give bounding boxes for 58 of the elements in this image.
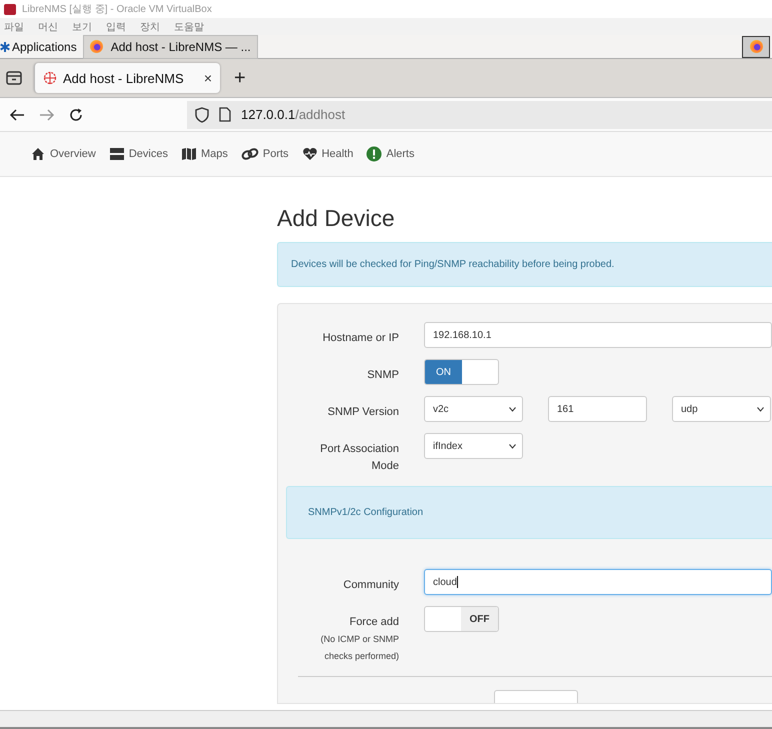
heart-icon: [302, 146, 318, 162]
chevron-down-icon: [757, 406, 764, 412]
nav-link[interactable]: Health: [302, 146, 354, 162]
close-tab-button[interactable]: ×: [204, 70, 212, 86]
reload-icon[interactable]: [69, 108, 83, 122]
menu-item[interactable]: 입력: [106, 20, 126, 34]
firefox-launcher[interactable]: [742, 36, 770, 58]
shield-icon: [195, 106, 209, 122]
toggle-switch[interactable]: OFF: [424, 606, 499, 632]
field-label: Hostname or IP: [322, 331, 399, 346]
dropdown[interactable]: ifIndex: [424, 433, 523, 459]
field-label: Force add: [349, 615, 399, 630]
star-icon: [0, 42, 10, 52]
menu-item[interactable]: 보기: [72, 20, 92, 34]
applications-menu[interactable]: Applications: [0, 40, 83, 54]
input-field[interactable]: cloud: [424, 569, 772, 595]
port-field[interactable]: 161: [548, 396, 647, 422]
map-icon: [180, 146, 197, 162]
new-tab-button[interactable]: +: [234, 66, 246, 90]
globe-icon: [43, 71, 57, 85]
firefox-icon: [90, 40, 103, 53]
info-text: Devices will be checked for Ping/SNMP reachability before being probed.: [291, 259, 614, 270]
chevron-down-icon: [509, 444, 516, 448]
page-icon: [219, 107, 231, 122]
home-icon: [30, 146, 46, 162]
toggle-switch[interactable]: ON: [424, 359, 499, 385]
field-label: SNMP Version: [328, 405, 399, 420]
url-text: 127.0.0.1/addhost: [241, 107, 346, 122]
forward-icon[interactable]: [39, 108, 55, 122]
taskbar-window-button[interactable]: Add host - LibreNMS — ...: [82, 34, 258, 58]
chevron-down-icon: [509, 406, 516, 412]
field-label: SNMP: [367, 368, 399, 383]
nav-link[interactable]: Alerts: [366, 146, 414, 162]
transport-select[interactable]: udp: [672, 396, 771, 422]
menu-item[interactable]: 도움말: [174, 20, 204, 34]
nav-link[interactable]: Ports: [240, 146, 289, 162]
menu-item[interactable]: 장치: [140, 20, 160, 34]
link-icon: [240, 146, 259, 162]
tab-list-icon[interactable]: [6, 71, 22, 85]
alert-icon: [366, 146, 382, 162]
menu-item[interactable]: 파일: [4, 20, 24, 34]
browser-tab[interactable]: Add host - LibreNMS ×: [34, 63, 220, 93]
page-title: Add Device: [277, 205, 396, 232]
field-note: (No ICMP or SNMP checks performed): [320, 633, 399, 663]
tab-title: Add host - LibreNMS: [63, 70, 185, 86]
section-title: SNMPv1/2c Configuration: [308, 507, 424, 518]
address-bar[interactable]: 127.0.0.1/addhost: [187, 100, 772, 128]
back-icon[interactable]: [9, 108, 25, 122]
field-label: Port Association Mode: [319, 442, 399, 474]
nav-link[interactable]: Devices: [108, 146, 168, 162]
field-label: Community: [343, 578, 399, 593]
version-select[interactable]: v2c: [424, 396, 523, 422]
menu-item[interactable]: 머신: [38, 20, 58, 34]
input-field[interactable]: 192.168.10.1: [424, 322, 772, 348]
window-title: LibreNMS [실행 중] - Oracle VM VirtualBox: [22, 3, 212, 16]
nav-link[interactable]: Maps: [180, 146, 228, 162]
server-icon: [108, 146, 125, 162]
nav-link[interactable]: Overview: [30, 146, 96, 162]
